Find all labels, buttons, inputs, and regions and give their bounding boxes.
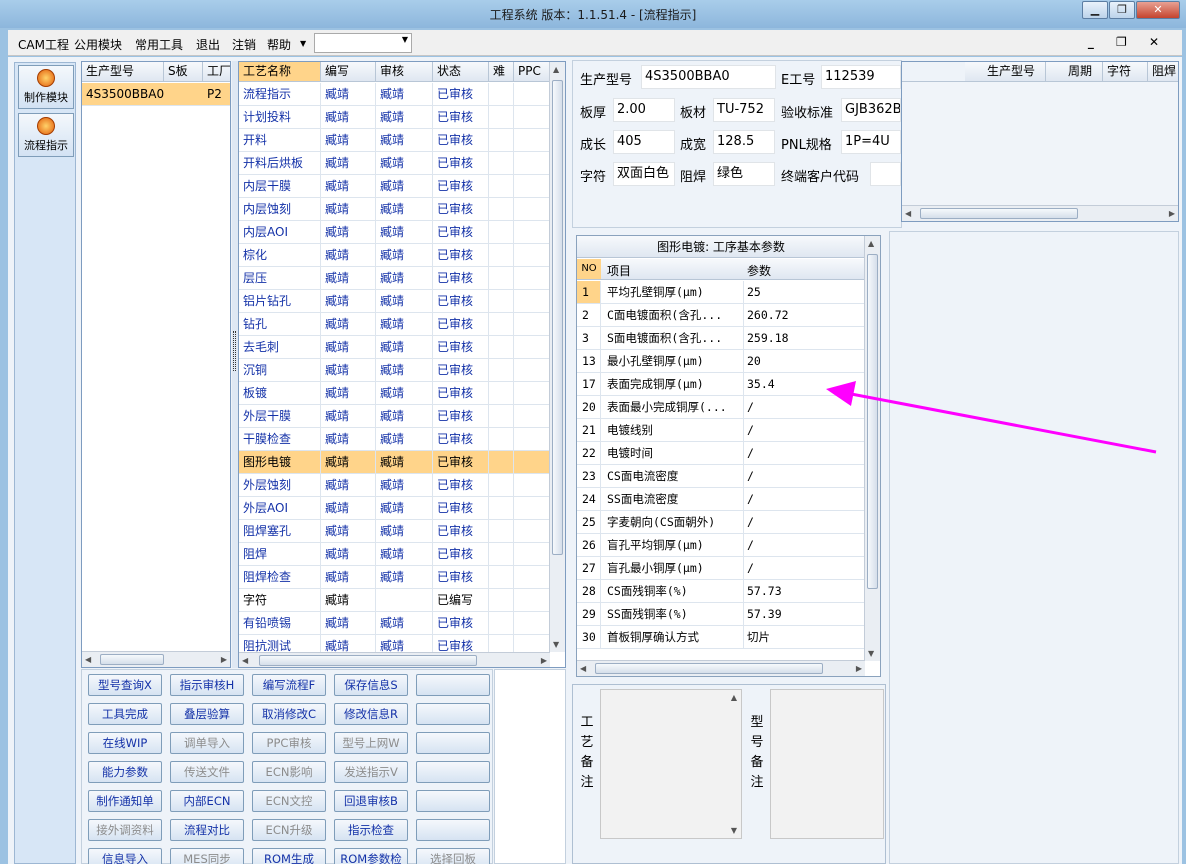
arrow-shaft <box>845 391 1157 454</box>
annotation-arrow <box>826 381 1157 454</box>
arrow-head-icon <box>826 381 856 406</box>
